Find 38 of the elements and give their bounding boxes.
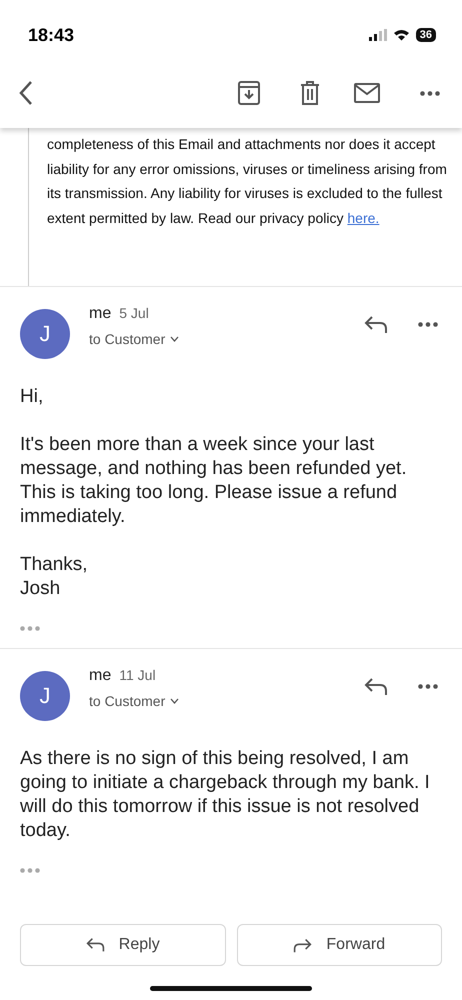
quoted-text: completeness of this Email and attachments nor does it accept liability for any error omissions, viruses or timeliness arising from its transmission. Any liability for viruses is excluded to the fullest extent permitted by law. Read our privacy policy here. [47, 135, 448, 228]
more-icon [418, 684, 438, 689]
battery-level: 36 [416, 28, 436, 42]
forward-icon [293, 938, 312, 952]
status-time: 18:43 [28, 24, 74, 46]
privacy-link[interactable]: here. [347, 210, 380, 226]
message-paragraph: It's been more than a week since your last message, and nothing has been refunded yet. This is taking too long. Please issue a refund immediately. [20, 433, 408, 529]
reply-button[interactable] [364, 677, 388, 696]
reply-icon [86, 937, 105, 953]
more-button[interactable] [420, 90, 440, 96]
more-icon [418, 322, 438, 327]
sender-name: me [89, 667, 112, 685]
more-icon [20, 868, 40, 873]
sender-avatar: J [20, 671, 70, 721]
more-button[interactable] [418, 322, 438, 327]
archive-button[interactable] [238, 81, 260, 105]
sender-name: me [89, 305, 112, 323]
reply-button[interactable] [364, 315, 388, 334]
more-icon [20, 626, 40, 631]
reply-button[interactable]: Reply [20, 924, 226, 966]
message-paragraph: Thanks, Josh [20, 553, 89, 601]
mail-button[interactable] [354, 83, 380, 103]
more-icon [420, 90, 440, 96]
back-button[interactable] [18, 80, 34, 106]
delete-button[interactable] [300, 81, 320, 105]
chevron-down-icon [170, 698, 180, 704]
more-button[interactable] [418, 684, 438, 689]
signal-icon [368, 29, 387, 41]
chevron-down-icon [170, 336, 180, 342]
sender-avatar: J [20, 309, 70, 359]
message-paragraph: As there is no sign of this being resolved, I am going to initiate a chargeback through my bank. I will do this tomorrow if this issue is not resolved today. [20, 747, 431, 843]
message-date: 5 Jul [119, 305, 149, 321]
recipient-toggle[interactable]: to Customer [89, 693, 364, 709]
forward-button[interactable]: Forward [236, 924, 442, 966]
wifi-icon [392, 29, 410, 41]
message-date: 11 Jul [119, 667, 156, 683]
message-paragraph: Hi, [20, 385, 44, 409]
recipient-toggle[interactable]: to Customer [89, 331, 364, 347]
